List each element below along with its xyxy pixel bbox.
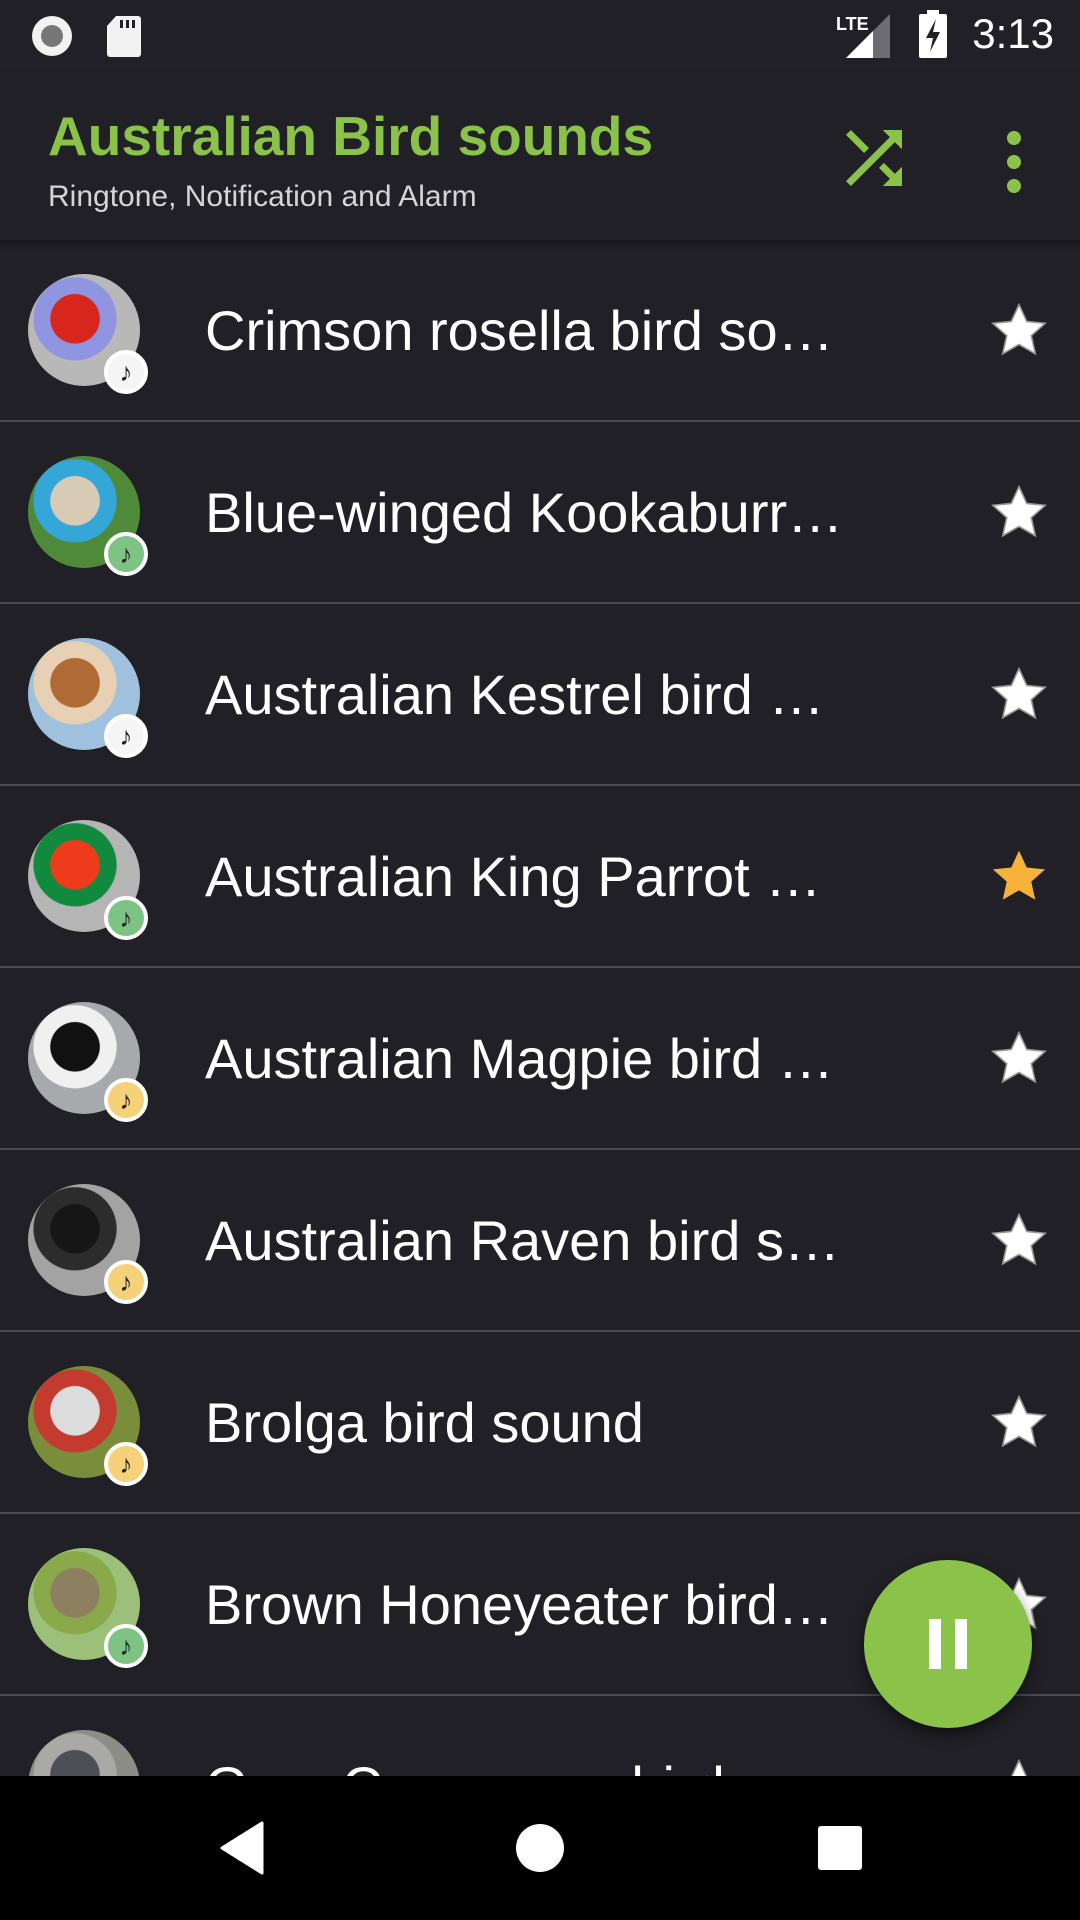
status-bar: LTE 3:13 [0,0,1080,72]
sound-list-item[interactable]: ♪ Crimson rosella bird so… [0,240,1080,422]
sd-card-icon [107,16,141,57]
favorite-button[interactable] [986,1208,1052,1272]
home-button[interactable] [508,1816,572,1880]
ringtone-type-badge[interactable]: ♪ [104,1624,148,1668]
favorite-button[interactable] [986,662,1052,726]
favorite-button[interactable] [986,480,1052,544]
record-icon [32,16,72,56]
navigation-bar [0,1776,1080,1920]
recents-icon [818,1826,862,1870]
star-icon [1011,1758,1027,1776]
sound-title: Australian King Parrot … [205,845,822,908]
back-button[interactable] [210,1816,274,1880]
lte-label: LTE [836,14,869,34]
ringtone-type-badge[interactable]: ♪ [104,350,148,394]
music-note-icon: ♪ [119,1449,133,1479]
favorite-button[interactable] [986,1026,1052,1090]
ringtone-type-badge[interactable]: ♪ [104,896,148,940]
more-options-button[interactable] [984,122,1044,202]
ringtone-type-badge[interactable]: ♪ [104,1260,148,1304]
shuffle-button[interactable] [832,116,916,200]
star-icon [990,1030,1048,1084]
recents-button[interactable] [808,1816,872,1880]
sound-list-item[interactable]: ♪ Blue-winged Kookaburr… [0,422,1080,604]
star-icon [990,302,1048,356]
sound-list-item[interactable]: ♪ Australian Kestrel bird … [0,604,1080,786]
sound-title: Brolga bird sound [205,1391,644,1454]
more-vert-icon [1007,131,1021,193]
favorite-button[interactable] [986,1754,1052,1776]
music-note-icon: ♪ [119,1267,133,1297]
clock: 3:13 [972,10,1054,57]
star-icon [990,484,1048,538]
ringtone-type-badge[interactable]: ♪ [104,1442,148,1486]
bird-avatar [28,1730,140,1776]
ringtone-type-badge[interactable]: ♪ [104,532,148,576]
music-note-icon: ♪ [119,1085,133,1115]
sound-list-item[interactable]: ♪ Australian Raven bird s… [0,1150,1080,1332]
app-subtitle: Ringtone, Notification and Alarm [48,180,477,213]
shuffle-icon [846,130,902,186]
app-title: Australian Bird sounds [48,105,654,167]
star-icon [990,666,1048,720]
pause-icon [929,1619,967,1669]
battery-charging-icon [919,10,948,58]
star-icon [990,1212,1048,1266]
music-note-icon: ♪ [119,1631,133,1661]
sound-title: Grey Currawong bird s… [205,1754,824,1776]
sound-list-item[interactable]: ♪ Brolga bird sound [0,1332,1080,1514]
home-icon [516,1824,564,1872]
ringtone-type-badge[interactable]: ♪ [104,1078,148,1122]
sound-title: Blue-winged Kookaburr… [205,481,844,544]
music-note-icon: ♪ [119,721,133,751]
sound-list[interactable]: ♪ Crimson rosella bird so… ♪ Blue-winged… [0,240,1080,1776]
favorite-button[interactable] [986,298,1052,362]
star-icon [992,850,1046,900]
sound-title: Australian Raven bird s… [205,1209,840,1272]
lte-signal-icon: LTE [836,14,891,58]
favorite-button[interactable] [986,1390,1052,1454]
music-note-icon: ♪ [119,903,133,933]
sound-title: Australian Kestrel bird … [205,663,825,726]
back-icon [220,1821,264,1875]
sound-title: Crimson rosella bird so… [205,299,834,362]
sound-title: Australian Magpie bird … [205,1027,834,1090]
music-note-icon: ♪ [119,357,133,387]
favorite-button-active[interactable] [986,844,1052,908]
pause-button[interactable] [864,1560,1032,1728]
ringtone-type-badge[interactable]: ♪ [104,714,148,758]
app-bar: Australian Bird sounds Ringtone, Notific… [0,72,1080,240]
music-note-icon: ♪ [119,539,133,569]
star-icon [990,1394,1048,1448]
sound-list-item[interactable]: ♪ Australian Magpie bird … [0,968,1080,1150]
sound-list-item[interactable]: ♪ Australian King Parrot … [0,786,1080,968]
sound-title: Brown Honeyeater bird… [205,1573,834,1636]
